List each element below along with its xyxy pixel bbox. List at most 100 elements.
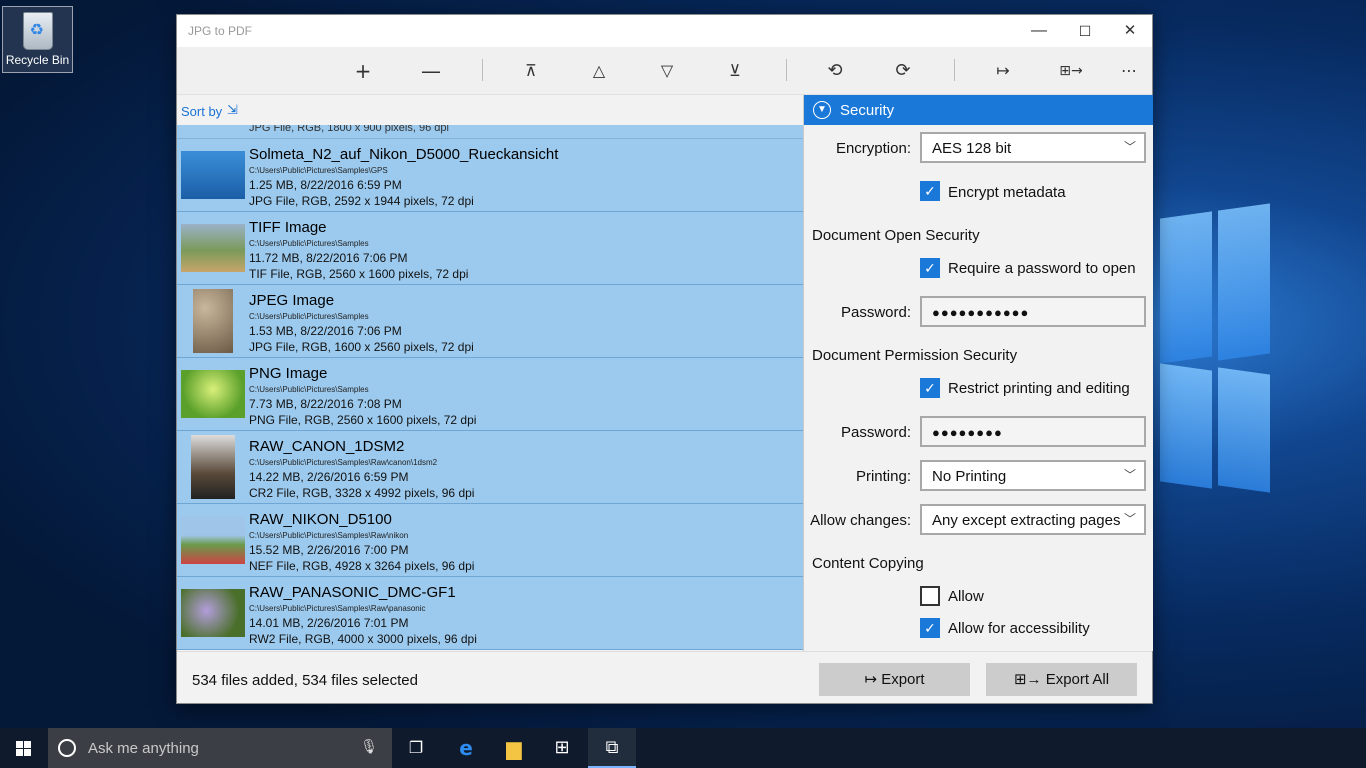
app-window: JPG to PDF — ☐ ✕ + — ⊼ △ ▽ ⊻ ⟲ ⟳ ↦ ⊞→ ⋯ … [176, 14, 1153, 704]
list-item[interactable]: RAW_PANASONIC_DMC-GF1 C:\Users\Public\Pi… [177, 577, 803, 650]
file-info: JPG File, RGB, 2592 x 1944 pixels, 72 dp… [249, 194, 474, 208]
file-info: TIF File, RGB, 2560 x 1600 pixels, 72 dp… [249, 267, 469, 281]
task-view-icon[interactable]: ❐ [392, 728, 440, 768]
recycle-bin-icon [22, 12, 53, 50]
file-thumbnail [191, 435, 235, 499]
export-button-label: Export [881, 671, 925, 688]
file-info: NEF File, RGB, 4928 x 3264 pixels, 96 dp… [249, 559, 475, 573]
rotate-left-icon[interactable]: ⟲ [817, 57, 853, 85]
require-password-checkbox[interactable]: ✓ [920, 258, 940, 278]
permission-password-field[interactable]: ●●●●●●●● [920, 416, 1146, 447]
file-info: CR2 File, RGB, 3328 x 4992 pixels, 96 dp… [249, 486, 475, 500]
sort-direction-icon[interactable]: ⇲ [227, 102, 238, 118]
allow-accessibility-label[interactable]: Allow for accessibility [948, 620, 1090, 637]
security-section-header[interactable]: ▼ Security [804, 95, 1153, 125]
file-name: TIFF Image [249, 219, 327, 236]
encryption-label: Encryption: [835, 140, 911, 157]
recycle-bin-shortcut[interactable]: Recycle Bin [2, 6, 73, 73]
file-size-date: 7.73 MB, 8/22/2016 7:08 PM [249, 397, 402, 411]
list-item[interactable]: RAW_NIKON_D5100 C:\Users\Public\Pictures… [177, 504, 803, 577]
export-all-button[interactable]: ⊞→ Export All [986, 663, 1137, 696]
open-password-label: Password: [840, 304, 911, 321]
open-password-field[interactable]: ●●●●●●●●●●● [920, 296, 1146, 327]
export-all-icon[interactable]: ⊞→ [1053, 57, 1089, 85]
allow-copying-label[interactable]: Allow [948, 588, 984, 605]
cortana-search-box[interactable]: Ask me anything 🎙 [48, 728, 392, 768]
toolbar: + — ⊼ △ ▽ ⊻ ⟲ ⟳ ↦ ⊞→ ⋯ [177, 47, 1152, 95]
window-title: JPG to PDF [188, 24, 253, 38]
status-bar: 534 files added, 534 files selected ↦ Ex… [177, 651, 1152, 703]
title-bar[interactable]: JPG to PDF — ☐ ✕ [177, 15, 1152, 47]
file-info: PNG File, RGB, 2560 x 1600 pixels, 72 dp… [249, 413, 477, 427]
encrypt-metadata-checkbox[interactable]: ✓ [920, 181, 940, 201]
start-button[interactable] [0, 728, 48, 768]
maximize-button[interactable]: ☐ [1062, 15, 1108, 47]
toolbar-separator [954, 59, 955, 81]
windows-logo-wallpaper [1150, 195, 1270, 495]
toolbar-separator [786, 59, 787, 81]
file-thumbnail [181, 224, 245, 272]
export-icon[interactable]: ↦ [985, 57, 1021, 85]
list-item[interactable]: Solmeta_N2_auf_Nikon_D5000_Rueckansicht … [177, 139, 803, 212]
edge-icon[interactable]: e [442, 728, 490, 768]
move-down-icon[interactable]: ▽ [649, 57, 685, 85]
move-to-top-icon[interactable]: ⊼ [513, 57, 549, 85]
file-explorer-icon[interactable]: ▆ [490, 728, 538, 768]
search-placeholder: Ask me anything [88, 740, 199, 757]
minus-icon[interactable]: — [413, 57, 449, 85]
file-size-date: 11.72 MB, 8/22/2016 7:06 PM [249, 251, 408, 265]
allow-changes-dropdown[interactable]: Any except extracting pages ﹀ [920, 504, 1146, 535]
document-permission-security-title: Document Permission Security [812, 347, 1018, 364]
file-path: C:\Users\Public\Pictures\Samples\Raw\nik… [249, 531, 409, 540]
store-icon[interactable]: ⊞ [538, 728, 586, 768]
file-thumbnail [181, 516, 245, 564]
file-name: JPEG Image [249, 292, 335, 309]
printing-value: No Printing [932, 468, 1007, 485]
move-to-bottom-icon[interactable]: ⊻ [717, 57, 753, 85]
allow-changes-value: Any except extracting pages [932, 512, 1121, 529]
file-size-date: 14.22 MB, 2/26/2016 6:59 PM [249, 470, 409, 484]
more-icon[interactable]: ⋯ [1111, 57, 1147, 85]
chevron-down-icon: ﹀ [1123, 468, 1136, 482]
encryption-value: AES 128 bit [932, 140, 1012, 157]
file-name: RAW_CANON_1DSM2 [249, 438, 405, 455]
security-section-title: Security [840, 102, 895, 119]
plus-icon[interactable]: + [345, 57, 381, 85]
minimize-button[interactable]: — [1016, 15, 1062, 47]
security-panel: ▼ Security Encryption: AES 128 bit ﹀ ✓ E… [803, 95, 1153, 651]
restrict-printing-label[interactable]: Restrict printing and editing [948, 380, 1130, 397]
printing-dropdown[interactable]: No Printing ﹀ [920, 460, 1146, 491]
sort-by-button[interactable]: Sort by [181, 104, 222, 119]
list-item-partial[interactable]: JPG File, RGB, 1800 x 900 pixels, 96 dpi [177, 125, 803, 139]
list-item[interactable]: TIFF Image C:\Users\Public\Pictures\Samp… [177, 212, 803, 285]
cortana-icon [58, 739, 76, 757]
list-item[interactable]: RAW_CANON_1DSM2 C:\Users\Public\Pictures… [177, 431, 803, 504]
file-size-date: 1.25 MB, 8/22/2016 6:59 PM [249, 178, 402, 192]
file-thumbnail [181, 370, 245, 418]
jpg-to-pdf-app-icon[interactable]: ⧉ [588, 728, 636, 768]
restrict-printing-checkbox[interactable]: ✓ [920, 378, 940, 398]
file-name: PNG Image [249, 365, 328, 382]
file-path: C:\Users\Public\Pictures\Samples [249, 239, 369, 248]
taskbar: Ask me anything 🎙 ❐ e ▆ ⊞ ⧉ [0, 728, 1366, 768]
export-all-icon: ⊞→ [1013, 671, 1046, 688]
rotate-right-icon[interactable]: ⟳ [885, 57, 921, 85]
export-button[interactable]: ↦ Export [819, 663, 970, 696]
file-name: Solmeta_N2_auf_Nikon_D5000_Rueckansicht [249, 146, 559, 163]
document-open-security-title: Document Open Security [812, 227, 980, 244]
encryption-dropdown[interactable]: AES 128 bit ﹀ [920, 132, 1146, 163]
close-button[interactable]: ✕ [1107, 15, 1153, 47]
encrypt-metadata-label[interactable]: Encrypt metadata [948, 184, 1066, 201]
move-up-icon[interactable]: △ [581, 57, 617, 85]
require-password-label[interactable]: Require a password to open [948, 260, 1136, 277]
chevron-down-icon: ﹀ [1119, 510, 1136, 527]
list-item[interactable]: PNG Image C:\Users\Public\Pictures\Sampl… [177, 358, 803, 431]
file-size-date: 15.52 MB, 2/26/2016 7:00 PM [249, 543, 409, 557]
microphone-icon[interactable]: 🎙 [360, 738, 378, 755]
allow-copying-checkbox[interactable] [920, 586, 940, 606]
file-info: JPG File, RGB, 1600 x 2560 pixels, 72 dp… [249, 340, 474, 354]
file-name: RAW_PANASONIC_DMC-GF1 [249, 584, 456, 601]
list-item[interactable]: JPEG Image C:\Users\Public\Pictures\Samp… [177, 285, 803, 358]
toolbar-separator [482, 59, 483, 81]
allow-accessibility-checkbox[interactable]: ✓ [920, 618, 940, 638]
